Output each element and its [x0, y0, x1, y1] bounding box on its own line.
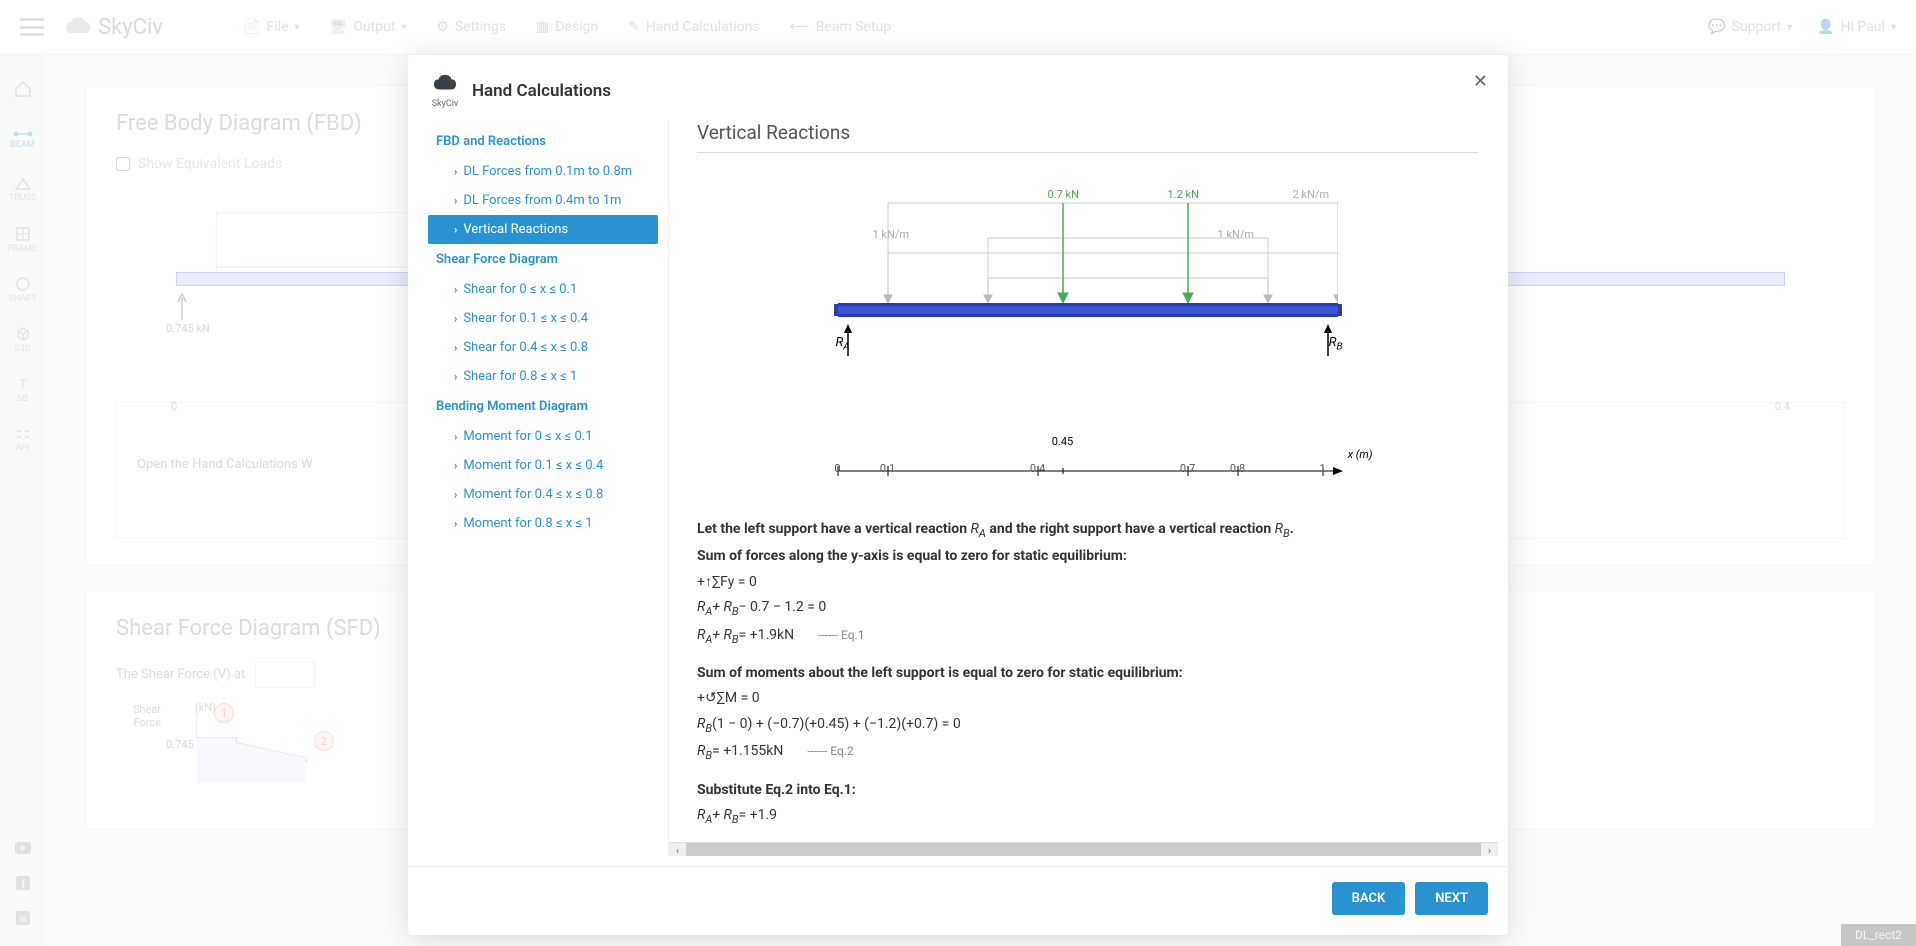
nav-item-moment-3[interactable]: ›Moment for 0.4 ≤ x ≤ 0.8	[428, 480, 658, 509]
nav-item-shear-2[interactable]: ›Shear for 0.1 ≤ x ≤ 0.4	[428, 304, 658, 333]
modal-header: SkyCiv Hand Calculations ✕	[408, 55, 1508, 121]
scroll-left-icon[interactable]: ‹	[669, 846, 686, 856]
nav-item-shear-3[interactable]: ›Shear for 0.4 ≤ x ≤ 0.8	[428, 333, 658, 362]
chevron-right-icon: ›	[454, 341, 457, 354]
next-button[interactable]: NEXT	[1415, 882, 1488, 915]
chevron-right-icon: ›	[454, 430, 457, 443]
chevron-right-icon: ›	[454, 194, 457, 207]
modal-footer: BACK NEXT	[408, 866, 1508, 935]
fbd-diagram: 0.7 kN 1.2 kN 1 kN/m 1 kN/m 2 kN/m	[838, 173, 1338, 413]
modal-title: Hand Calculations	[472, 81, 611, 101]
modal-content: Vertical Reactions 0.7 kN 1.2 kN 1 kN/m …	[668, 121, 1498, 856]
chevron-right-icon: ›	[454, 517, 457, 530]
chevron-right-icon: ›	[454, 223, 457, 236]
nav-section-fbd[interactable]: FBD and Reactions	[428, 126, 658, 157]
fbd-axis: 0.45 0 0.1 0.4 0.7 0.8 1 x	[838, 443, 1338, 493]
modal-nav: FBD and Reactions ›DL Forces from 0.1m t…	[418, 121, 668, 856]
horizontal-scrollbar[interactable]: ‹ ›	[669, 842, 1498, 856]
chevron-right-icon: ›	[454, 459, 457, 472]
chevron-right-icon: ›	[454, 312, 457, 325]
nav-item-dl-2[interactable]: ›DL Forces from 0.4m to 1m	[428, 186, 658, 215]
nav-item-vertical-reactions[interactable]: ›Vertical Reactions	[428, 215, 658, 244]
nav-section-sfd[interactable]: Shear Force Diagram	[428, 244, 658, 275]
modal-close-button[interactable]: ✕	[1473, 71, 1488, 92]
nav-section-bmd[interactable]: Bending Moment Diagram	[428, 391, 658, 422]
nav-item-shear-1[interactable]: ›Shear for 0 ≤ x ≤ 0.1	[428, 275, 658, 304]
nav-item-shear-4[interactable]: ›Shear for 0.8 ≤ x ≤ 1	[428, 362, 658, 391]
back-button[interactable]: BACK	[1332, 882, 1406, 915]
chevron-right-icon: ›	[454, 165, 457, 178]
nav-item-moment-1[interactable]: ›Moment for 0 ≤ x ≤ 0.1	[428, 422, 658, 451]
chevron-right-icon: ›	[454, 488, 457, 501]
calculation-text: Let the left support have a vertical rea…	[697, 518, 1478, 828]
chevron-right-icon: ›	[454, 283, 457, 296]
content-title: Vertical Reactions	[697, 121, 1478, 153]
modal-logo-icon	[430, 73, 460, 95]
chevron-right-icon: ›	[454, 370, 457, 383]
scroll-right-icon[interactable]: ›	[1481, 846, 1498, 856]
nav-item-dl-1[interactable]: ›DL Forces from 0.1m to 0.8m	[428, 157, 658, 186]
nav-item-moment-2[interactable]: ›Moment for 0.1 ≤ x ≤ 0.4	[428, 451, 658, 480]
hand-calculations-modal: SkyCiv Hand Calculations ✕ FBD and React…	[408, 55, 1508, 935]
nav-item-moment-4[interactable]: ›Moment for 0.8 ≤ x ≤ 1	[428, 509, 658, 538]
